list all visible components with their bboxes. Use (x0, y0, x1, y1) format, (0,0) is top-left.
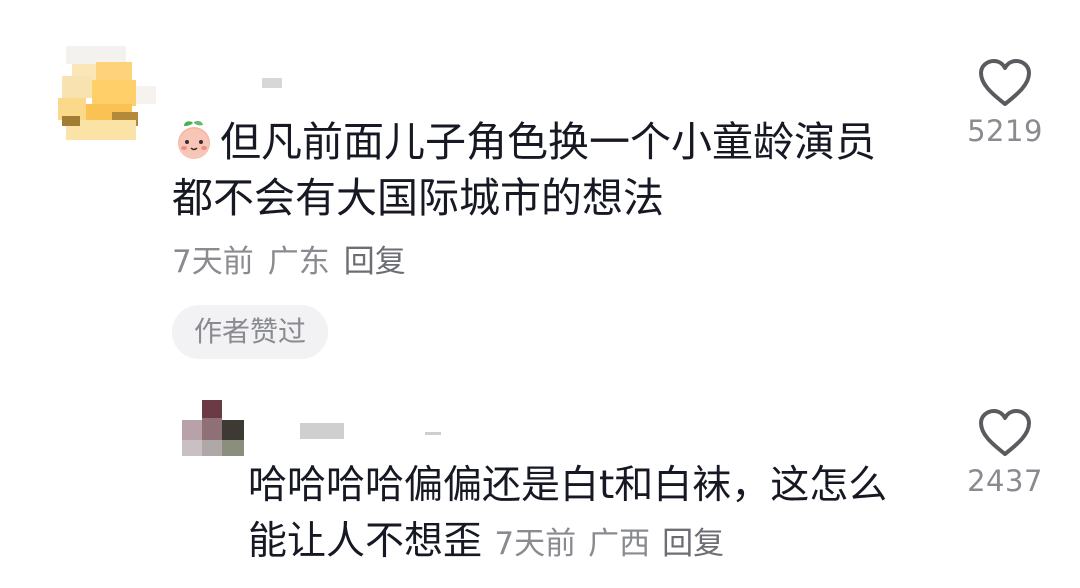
reply-like-count: 2437 (967, 464, 1043, 498)
author-liked-badge: 作者赞过 (172, 305, 328, 359)
heart-icon[interactable] (977, 58, 1033, 108)
username-redacted[interactable] (262, 78, 282, 88)
reply-avatar-image (182, 400, 244, 456)
comment-text-content: 但凡前面儿子角色换一个小童龄演员都不会有大国际城市的想法 (172, 118, 876, 222)
reply-meta: 7天前 广西 回复 (494, 526, 736, 562)
reply-username-redacted-part (425, 432, 441, 435)
comment-text: 但凡前面儿子角色换一个小童龄演员都不会有大国际城市的想法 (172, 114, 912, 226)
reply-heart-icon[interactable] (977, 408, 1033, 458)
reply-username-redacted[interactable] (300, 423, 344, 439)
peach-emoji-icon (172, 118, 216, 162)
reply-reply-button[interactable]: 回复 (662, 526, 724, 562)
reply-button[interactable]: 回复 (344, 244, 406, 280)
reply-like-control[interactable]: 2437 (945, 408, 1065, 498)
reply-avatar[interactable] (182, 400, 246, 460)
comment-meta: 7天前 广东 回复 (172, 240, 420, 284)
reply-text: 哈哈哈哈偏偏还是白t和白袜，这怎么能让人不想歪 7天前 广西 回复 (248, 458, 898, 572)
comment-location: 广东 (267, 244, 330, 280)
reply-time: 7天前 (494, 526, 577, 562)
reply-location: 广西 (588, 526, 651, 562)
avatar[interactable] (52, 46, 160, 146)
avatar-image (58, 46, 156, 140)
like-count: 5219 (967, 114, 1043, 148)
comment-time: 7天前 (172, 244, 254, 280)
like-control[interactable]: 5219 (945, 58, 1065, 148)
